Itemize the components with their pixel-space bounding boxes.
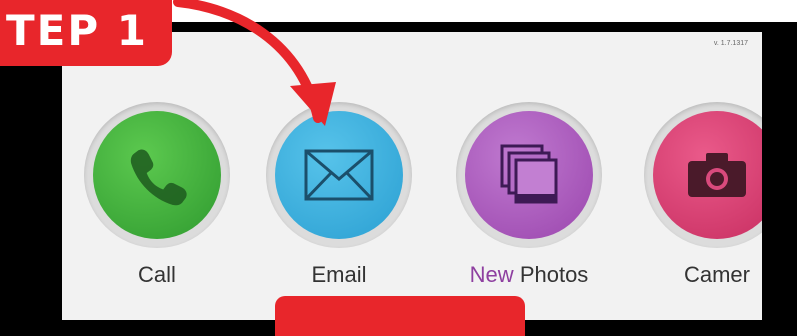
step-badge: TEP 1 — [0, 0, 172, 66]
photos-label: Photos — [519, 262, 589, 287]
new-accent-label: New — [469, 262, 514, 287]
tablet-screen: v. 1.7.1317 Call Email New Photos Camer — [62, 32, 762, 320]
new-photos-label: New Photos — [444, 262, 614, 288]
version-label: v. 1.7.1317 — [713, 40, 748, 47]
email-button[interactable] — [275, 111, 403, 239]
camera-label: Camer — [683, 262, 750, 287]
call-button[interactable] — [93, 111, 221, 239]
envelope-icon — [304, 149, 374, 201]
call-label: Call — [138, 262, 176, 287]
email-label: Email — [311, 262, 367, 287]
photos-icon — [500, 144, 558, 204]
bottom-red-badge — [275, 296, 525, 336]
phone-icon — [130, 149, 187, 206]
new-photos-button[interactable] — [465, 111, 593, 239]
camera-icon — [688, 153, 746, 197]
